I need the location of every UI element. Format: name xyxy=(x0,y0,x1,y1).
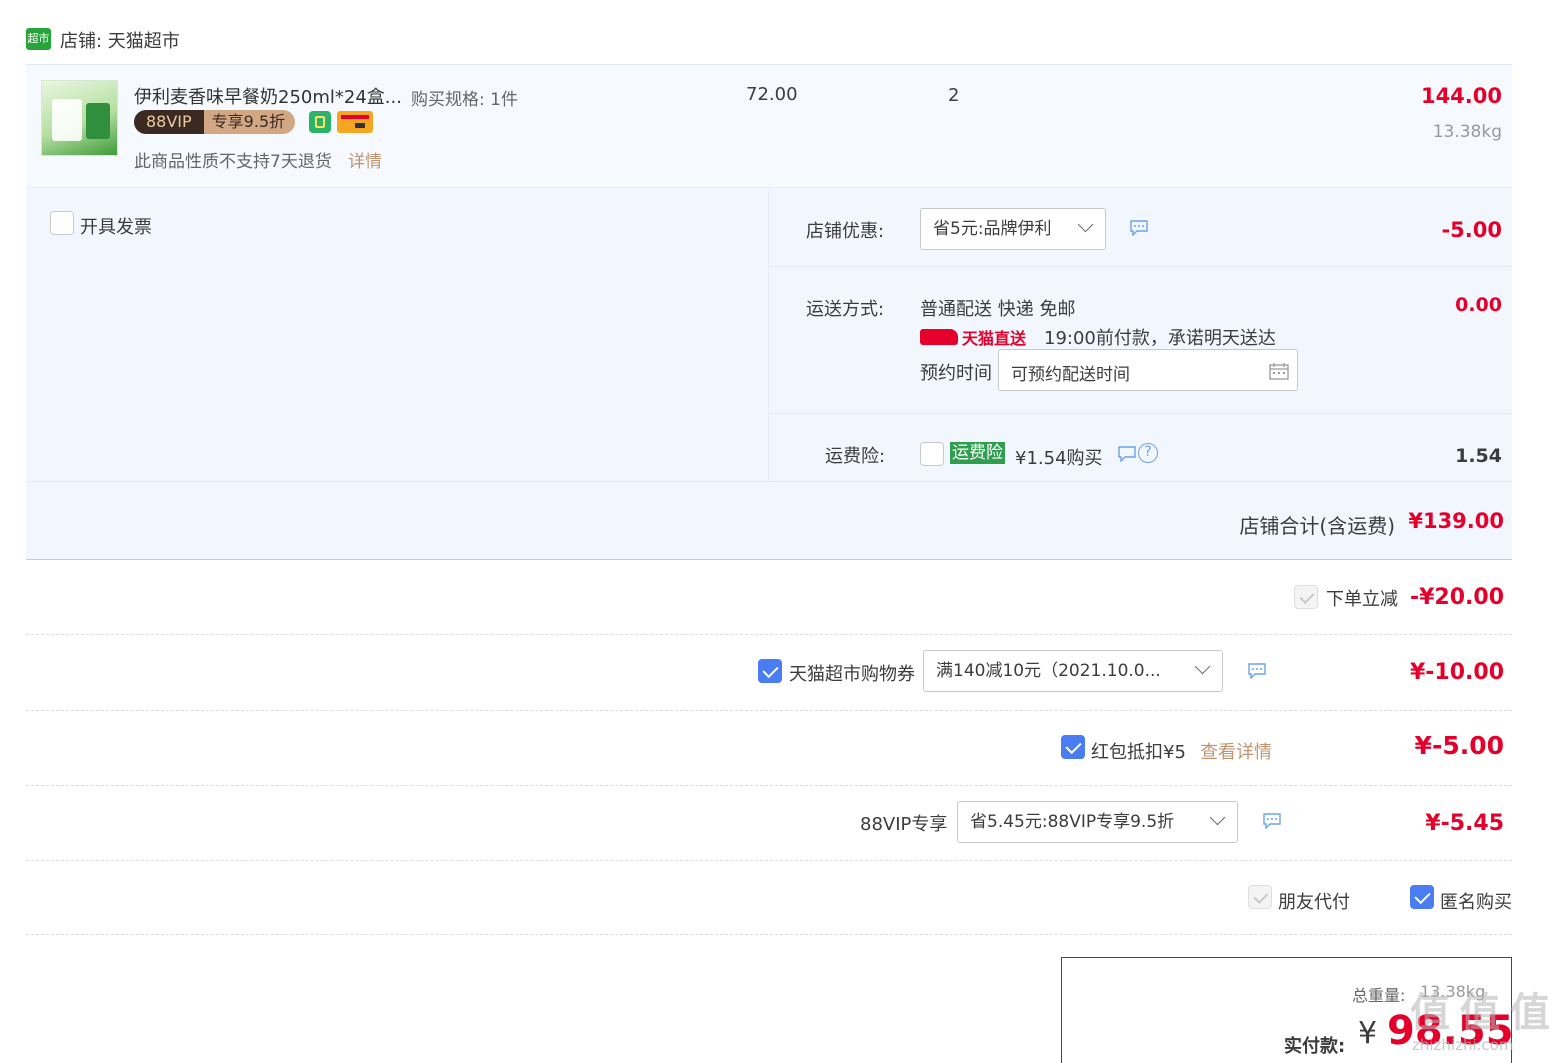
shipping-amount: 0.00 xyxy=(1455,294,1502,316)
chevron-down-icon xyxy=(1209,809,1226,826)
options-divider-3 xyxy=(26,481,1512,482)
shop-total-amount: ¥139.00 xyxy=(1408,509,1504,533)
total-weight-label: 总重量: xyxy=(1352,986,1406,1005)
vip-select-value: 省5.45元:88VIP专享9.5折 xyxy=(970,812,1175,832)
invoice-checkbox[interactable] xyxy=(50,211,74,235)
anonymous-label: 匿名购买 xyxy=(1440,892,1512,913)
message-icon[interactable] xyxy=(1117,446,1137,462)
message-icon[interactable] xyxy=(1247,663,1267,679)
pay-label: 实付款: xyxy=(1284,1036,1346,1057)
divider xyxy=(26,634,1512,635)
return-note: 此商品性质不支持7天退货 xyxy=(134,152,332,172)
return-detail-link[interactable]: 详情 xyxy=(348,147,382,172)
options-divider-2 xyxy=(769,413,1512,414)
friend-pay-label: 朋友代付 xyxy=(1278,892,1350,913)
coupon-label: 天猫超市购物券 xyxy=(789,664,915,685)
card-icon xyxy=(337,111,373,133)
insurance-price: ¥1.54购买 xyxy=(1015,448,1103,469)
coupon-select[interactable]: 满140减10元（2021.10.0... xyxy=(923,650,1223,692)
coupon-amount: ¥-10.00 xyxy=(1409,660,1504,685)
shop-total-label: 店铺合计(含运费) xyxy=(1239,514,1395,538)
item-subtotal: 144.00 xyxy=(1420,84,1502,108)
divider xyxy=(26,710,1512,711)
insurance-checkbox[interactable] xyxy=(920,442,944,466)
vip-select[interactable]: 省5.45元:88VIP专享9.5折 xyxy=(957,801,1238,843)
coupon-checkbox[interactable] xyxy=(758,659,782,683)
item-spec: 购买规格: 1件 xyxy=(411,90,518,110)
shipping-promise: 19:00前付款，承诺明天送达 xyxy=(1044,328,1276,349)
pay-currency: ¥ xyxy=(1358,1016,1378,1051)
divider xyxy=(26,785,1512,786)
shipping-label: 运送方式: xyxy=(806,299,885,320)
item-title[interactable]: 伊利麦香味早餐奶250ml*24盒... xyxy=(134,83,402,109)
service-icon xyxy=(309,111,331,133)
divider xyxy=(26,934,1512,935)
insurance-label: 运费险: xyxy=(825,446,886,467)
discount-amount: -5.00 xyxy=(1441,218,1502,242)
redpacket-detail-link[interactable]: 查看详情 xyxy=(1200,738,1272,764)
discount-select[interactable]: 省5元:品牌伊利 xyxy=(920,208,1106,250)
chevron-down-icon xyxy=(1194,658,1211,675)
tmall-cat-icon xyxy=(920,329,958,345)
vip-badge-discount: 专享9.5折 xyxy=(203,110,296,134)
shipping-method: 普通配送 快递 免邮 xyxy=(920,299,1076,320)
item-price: 72.00 xyxy=(746,84,798,105)
tmall-direct-label: 天猫直送 xyxy=(962,329,1027,348)
vip-badge-label: 88VIP xyxy=(134,110,204,134)
insurance-amount: 1.54 xyxy=(1455,445,1502,467)
vip-exclusive-label: 88VIP专享 xyxy=(860,814,948,835)
reserve-label: 预约时间 xyxy=(920,363,992,384)
instant-discount-label: 下单立减 xyxy=(1326,589,1398,610)
message-icon[interactable] xyxy=(1129,220,1149,236)
vip-amount: ¥-5.45 xyxy=(1425,811,1504,836)
item-qty: 2 xyxy=(948,85,960,106)
friend-pay-checkbox[interactable] xyxy=(1248,885,1272,909)
tmall-direct-badge: 天猫直送 xyxy=(920,325,1026,349)
divider xyxy=(26,860,1512,861)
coupon-select-value: 满140减10元（2021.10.0... xyxy=(936,661,1161,681)
redpacket-label: 红包抵扣¥5 xyxy=(1091,742,1186,763)
item-weight: 13.38kg xyxy=(1432,122,1502,142)
instant-discount-amount: -¥20.00 xyxy=(1409,585,1504,610)
message-icon[interactable] xyxy=(1262,813,1282,829)
vip-badge: 88VIP 专享9.5折 xyxy=(134,110,296,134)
instant-discount-checkbox xyxy=(1294,585,1318,609)
shop-name[interactable]: 店铺: 天猫超市 xyxy=(60,27,180,53)
help-icon[interactable]: ? xyxy=(1138,443,1158,463)
product-thumbnail[interactable] xyxy=(41,80,118,156)
watermark-logo: 值 值 值 xyxy=(1410,990,1550,1036)
shop-logo-icon: 超市 xyxy=(26,28,51,50)
discount-label: 店铺优惠: xyxy=(806,221,885,242)
chevron-down-icon xyxy=(1077,216,1094,233)
insurance-tag: 运费险 xyxy=(950,442,1005,464)
anonymous-checkbox[interactable] xyxy=(1410,885,1434,909)
calendar-icon[interactable] xyxy=(1269,362,1289,380)
reserve-time-input[interactable]: 可预约配送时间 xyxy=(998,349,1298,391)
redpacket-checkbox[interactable] xyxy=(1061,735,1085,759)
options-divider-1 xyxy=(769,266,1512,267)
discount-select-value: 省5元:品牌伊利 xyxy=(933,219,1052,239)
redpacket-amount: ¥-5.00 xyxy=(1414,731,1504,760)
invoice-label: 开具发票 xyxy=(80,217,152,238)
watermark-url: zhizhizhi.com xyxy=(1412,1036,1514,1054)
reserve-time-placeholder: 可预约配送时间 xyxy=(1011,365,1130,385)
